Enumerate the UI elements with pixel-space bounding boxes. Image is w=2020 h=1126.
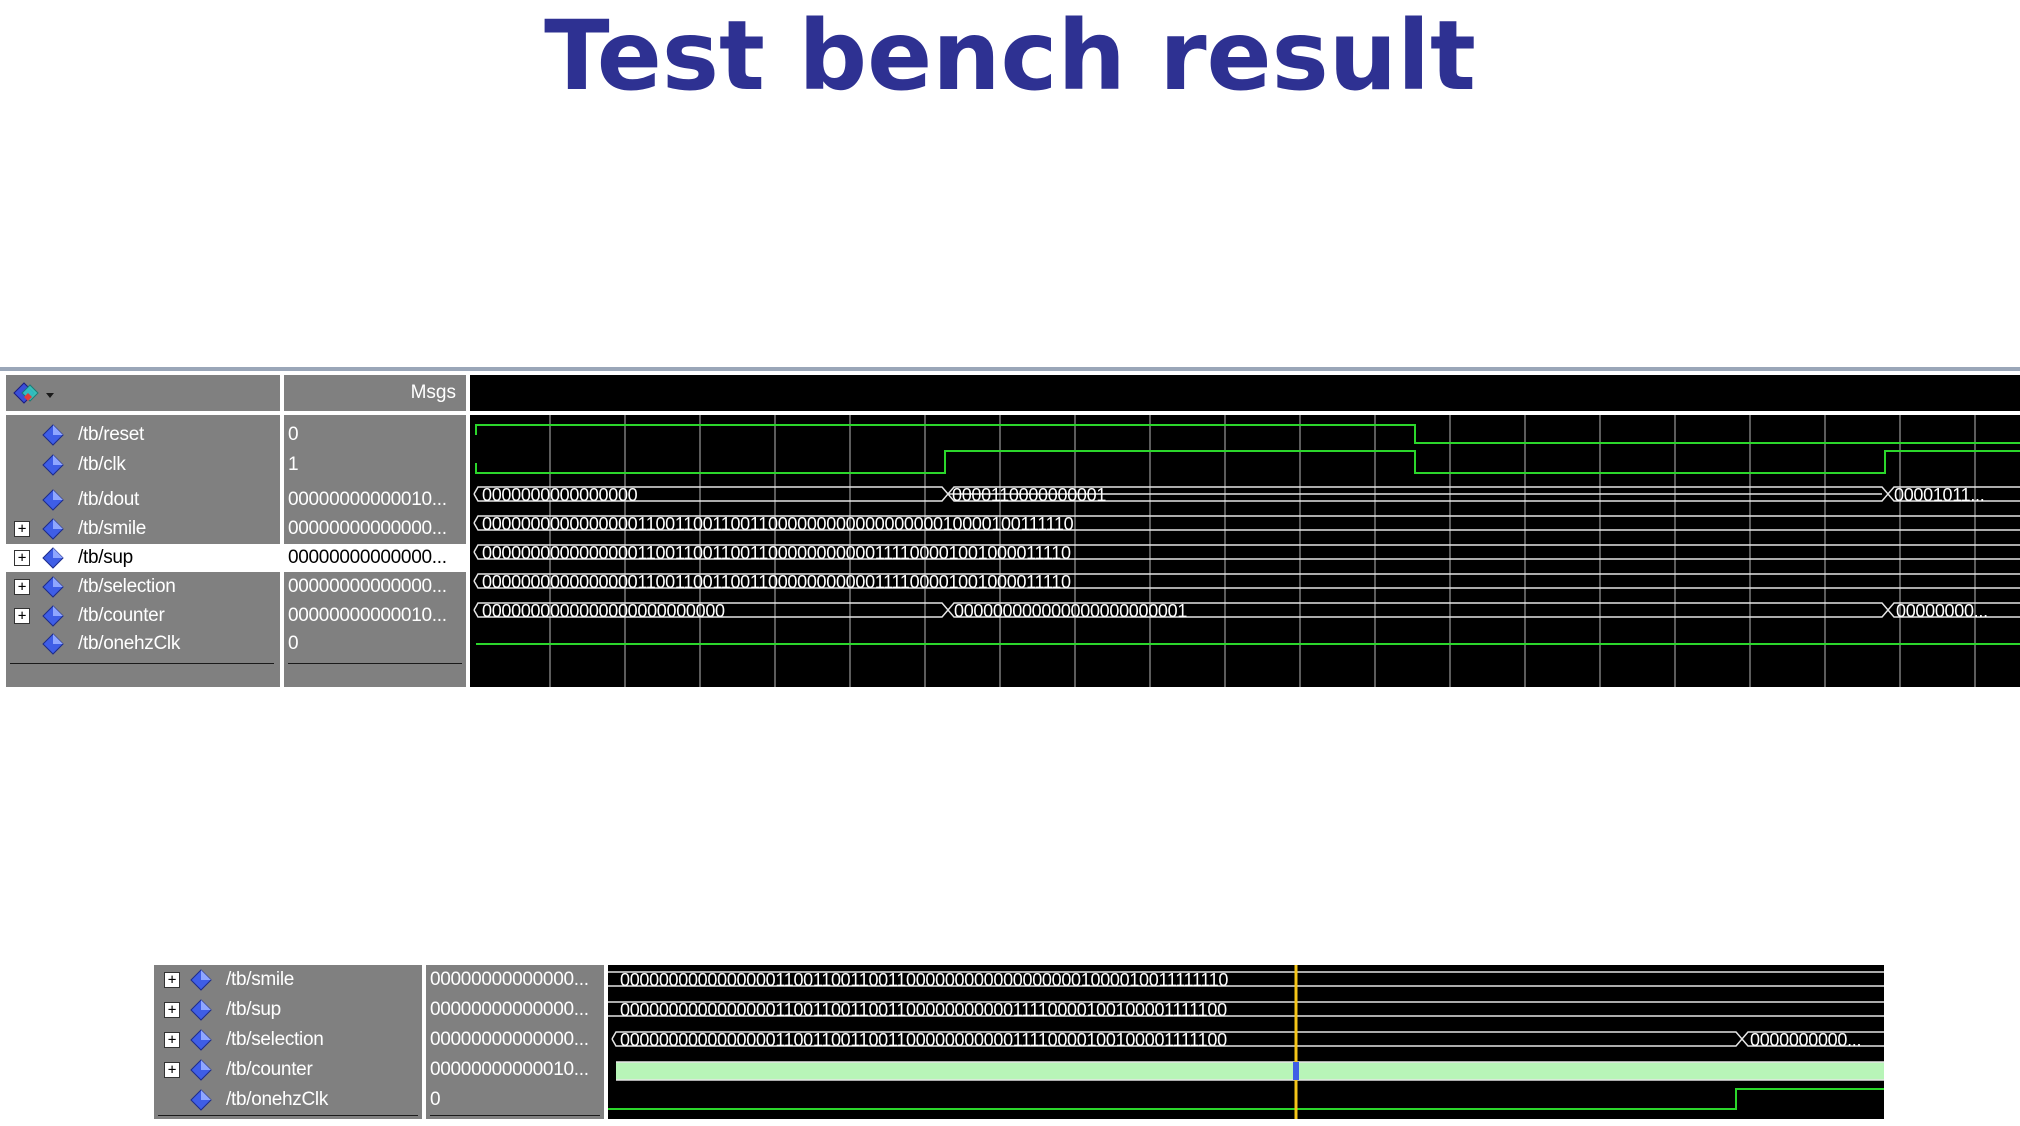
signal-diamond-icon bbox=[190, 969, 212, 991]
signal-row-selection[interactable]: + /tb/selection bbox=[154, 1026, 422, 1054]
bottom-waveform-area[interactable]: 0000000000000000110011001100110000000000… bbox=[608, 965, 1884, 1119]
signal-diamond-icon bbox=[42, 547, 64, 569]
signal-row-onehzclk[interactable]: /tb/onehzClk bbox=[154, 1086, 422, 1114]
signal-name: /tb/selection bbox=[78, 576, 176, 597]
signal-diamond-icon bbox=[42, 454, 64, 476]
selection-value: 0000000000000000110011001100110000000000… bbox=[620, 1030, 1227, 1050]
signal-name: /tb/onehzClk bbox=[78, 633, 181, 654]
signal-name: /tb/onehzClk bbox=[226, 1089, 329, 1110]
signal-name: /tb/smile bbox=[78, 518, 147, 539]
msgs-header: Msgs bbox=[284, 375, 466, 411]
value-sup: 00000000000000... bbox=[430, 999, 589, 1020]
top-wave-header-strip bbox=[470, 375, 2020, 411]
expand-icon[interactable]: + bbox=[164, 972, 180, 988]
slide-title: Test bench result bbox=[544, 0, 1476, 112]
selection-value: 0000000000000000110011001100110000000000… bbox=[482, 572, 1071, 592]
signal-name: /tb/sup bbox=[226, 999, 281, 1020]
signal-name: /tb/reset bbox=[78, 424, 144, 445]
signal-row-counter[interactable]: + /tb/counter bbox=[154, 1056, 422, 1084]
value-dout: 00000000000010... bbox=[288, 489, 447, 510]
signal-name: /tb/clk bbox=[78, 454, 126, 475]
signal-name: /tb/counter bbox=[226, 1059, 313, 1080]
signal-diamond-icon bbox=[190, 1089, 212, 1111]
signal-row-dout[interactable]: /tb/dout bbox=[6, 486, 280, 514]
expand-icon[interactable]: + bbox=[14, 521, 30, 537]
expand-icon[interactable]: + bbox=[164, 1062, 180, 1078]
dout-value-b: 0000110000000001 bbox=[952, 485, 1106, 505]
signal-name: /tb/smile bbox=[226, 969, 295, 990]
top-signal-list: /tb/reset /tb/clk /tb/dout + /tb/smile +… bbox=[6, 415, 280, 687]
expand-icon[interactable]: + bbox=[14, 608, 30, 624]
value-onehzclk: 0 bbox=[288, 633, 299, 654]
signal-diamond-icon bbox=[42, 518, 64, 540]
value-selection: 00000000000000... bbox=[430, 1029, 589, 1050]
smile-value: 0000000000000000110011001100110000000000… bbox=[482, 514, 1074, 534]
dout-value-c: 00001011... bbox=[1894, 485, 1984, 505]
signal-diamond-icon bbox=[190, 1059, 212, 1081]
list-divider bbox=[288, 663, 462, 664]
value-counter: 00000000000010... bbox=[288, 605, 447, 626]
signal-diamond-icon bbox=[190, 1029, 212, 1051]
signal-row-reset[interactable]: /tb/reset bbox=[6, 421, 280, 449]
wave-toolbar-icon[interactable] bbox=[10, 379, 58, 407]
value-clk: 1 bbox=[288, 454, 299, 475]
signal-diamond-icon bbox=[42, 605, 64, 627]
top-waveform-area[interactable]: 0000000000000000 0000110000000001 000010… bbox=[470, 415, 2020, 687]
signal-name: /tb/counter bbox=[78, 605, 165, 626]
sup-value: 0000000000000000110011001100110000000000… bbox=[620, 1000, 1227, 1020]
counter-value-b: 000000000000000000000001 bbox=[954, 601, 1187, 621]
window-top-border bbox=[0, 367, 2020, 371]
signal-row-selection[interactable]: + /tb/selection bbox=[6, 573, 280, 601]
bottom-value-list: 00000000000000... 00000000000000... 0000… bbox=[426, 965, 604, 1119]
bottom-signal-list: + /tb/smile + /tb/sup + /tb/selection + … bbox=[154, 965, 422, 1119]
list-divider bbox=[430, 1115, 600, 1116]
expand-icon[interactable]: + bbox=[14, 579, 30, 595]
value-sup: 00000000000000... bbox=[284, 544, 466, 572]
top-value-list: 0 1 00000000000010... 00000000000000... … bbox=[284, 415, 466, 687]
msgs-label: Msgs bbox=[410, 382, 456, 403]
signal-row-sup[interactable]: + /tb/sup bbox=[6, 544, 280, 572]
smile-value: 0000000000000000110011001100110000000000… bbox=[620, 970, 1228, 990]
bus-counter bbox=[616, 1062, 1884, 1080]
signal-row-smile[interactable]: + /tb/smile bbox=[154, 966, 422, 994]
sup-value: 0000000000000000110011001100110000000000… bbox=[482, 543, 1071, 563]
signal-diamond-icon bbox=[190, 999, 212, 1021]
expand-icon[interactable]: + bbox=[164, 1002, 180, 1018]
dout-value-a: 0000000000000000 bbox=[482, 485, 638, 505]
selection-value-b: 0000000000... bbox=[1750, 1030, 1861, 1050]
signal-header bbox=[6, 375, 280, 411]
value-counter: 00000000000010... bbox=[430, 1059, 589, 1080]
bottom-wave-window: + /tb/smile + /tb/sup + /tb/selection + … bbox=[154, 965, 1884, 1119]
signal-name: /tb/selection bbox=[226, 1029, 324, 1050]
value-selection: 00000000000000... bbox=[288, 576, 447, 597]
expand-icon[interactable]: + bbox=[164, 1032, 180, 1048]
expand-icon[interactable]: + bbox=[14, 550, 30, 566]
signal-row-counter[interactable]: + /tb/counter bbox=[6, 602, 280, 630]
signal-row-sup[interactable]: + /tb/sup bbox=[154, 996, 422, 1024]
counter-value-a: 0000000000000000000000000 bbox=[482, 601, 725, 621]
signal-name: /tb/dout bbox=[78, 489, 139, 510]
list-divider bbox=[10, 663, 274, 664]
signal-name: /tb/sup bbox=[78, 547, 133, 568]
value-reset: 0 bbox=[288, 424, 299, 445]
signal-diamond-icon bbox=[42, 576, 64, 598]
list-divider bbox=[158, 1115, 418, 1116]
counter-value-c: 00000000... bbox=[1896, 601, 1988, 621]
top-wave-window: Msgs /tb/reset /tb/clk /tb/dout + /tb/sm… bbox=[0, 367, 2020, 687]
signal-row-onehzclk[interactable]: /tb/onehzClk bbox=[6, 630, 280, 658]
signal-diamond-icon bbox=[42, 489, 64, 511]
signal-row-clk[interactable]: /tb/clk bbox=[6, 451, 280, 479]
value-onehzclk: 0 bbox=[430, 1089, 441, 1110]
signal-diamond-icon bbox=[42, 424, 64, 446]
signal-diamond-icon bbox=[42, 633, 64, 655]
signal-row-smile[interactable]: + /tb/smile bbox=[6, 515, 280, 543]
value-smile: 00000000000000... bbox=[430, 969, 589, 990]
value-smile: 00000000000000... bbox=[288, 518, 447, 539]
